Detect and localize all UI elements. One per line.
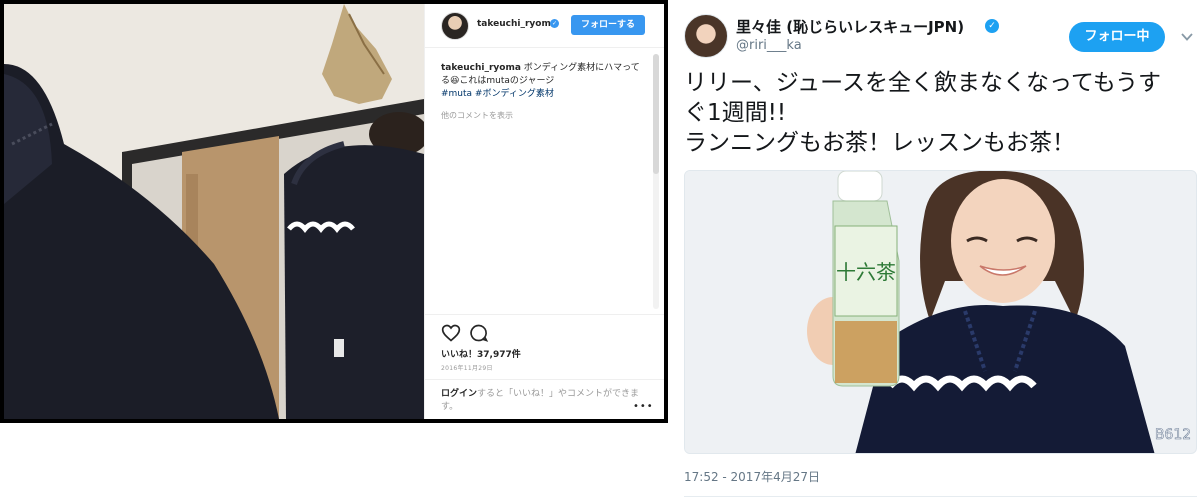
login-prompt: ログインすると「いいね！」やコメントができます。	[425, 379, 664, 414]
tweet-photo[interactable]: 十六茶 B612	[684, 170, 1197, 454]
verified-badge-icon: ✓	[550, 19, 559, 28]
chevron-down-icon[interactable]	[1180, 30, 1194, 44]
avatar[interactable]	[684, 14, 728, 58]
mirror-selfie-illustration	[4, 4, 424, 419]
caption-username[interactable]: takeuchi_ryoma	[441, 63, 521, 73]
tweet-timestamp[interactable]: 17:52 - 2017年4月27日	[684, 468, 820, 485]
tweet-card: 里々佳 (恥じらいレスキューJPN) ✓ @riri___ka フォロー中 リリ…	[672, 0, 1199, 501]
instagram-actions: いいね！37,977件 2016年11月29日 ログインすると「いいね！」やコメ…	[425, 314, 664, 419]
tweet-handle[interactable]: @riri___ka	[736, 38, 802, 53]
photo-stamp: B612	[1155, 427, 1191, 443]
divider	[684, 496, 1197, 497]
instagram-caption: takeuchi_ryoma ボンディング素材にハマってる😆これはmutaのジャ…	[441, 62, 641, 101]
caption-hashtags[interactable]: #muta #ボンディング素材	[441, 89, 554, 99]
following-button[interactable]: フォロー中	[1069, 22, 1165, 52]
more-dots-icon[interactable]: •••	[633, 401, 654, 412]
comment-icon[interactable]	[469, 323, 489, 343]
more-comments-link[interactable]: 他のコメントを表示	[441, 110, 513, 121]
likes-count[interactable]: いいね！37,977件	[441, 347, 521, 360]
instagram-photo[interactable]	[4, 4, 424, 419]
instagram-post-header: takeuchi_ryoma ✓ フォローする	[425, 4, 664, 48]
instagram-sidebar: takeuchi_ryoma ✓ フォローする takeuchi_ryoma ボ…	[424, 4, 664, 419]
avatar[interactable]	[441, 12, 469, 40]
selfie-with-tea-illustration: 十六茶 B612	[685, 171, 1196, 453]
bottle-label: 十六茶	[836, 260, 896, 284]
heart-icon[interactable]	[441, 323, 461, 343]
scrollbar-thumb[interactable]	[653, 54, 659, 174]
post-date: 2016年11月29日	[441, 365, 493, 372]
instagram-embed: takeuchi_ryoma ✓ フォローする takeuchi_ryoma ボ…	[0, 0, 668, 423]
instagram-username[interactable]: takeuchi_ryoma	[477, 19, 557, 29]
login-link[interactable]: ログイン	[441, 389, 477, 399]
tweet-display-name[interactable]: 里々佳 (恥じらいレスキューJPN)	[736, 16, 964, 37]
verified-badge-icon: ✓	[985, 19, 999, 33]
tweet-text: リリー、ジュースを全く飲まなくなってもうすぐ1週間!! ランニングもお茶！レッス…	[684, 70, 1162, 156]
scrollbar[interactable]	[653, 54, 659, 309]
follow-button[interactable]: フォローする	[571, 15, 645, 35]
